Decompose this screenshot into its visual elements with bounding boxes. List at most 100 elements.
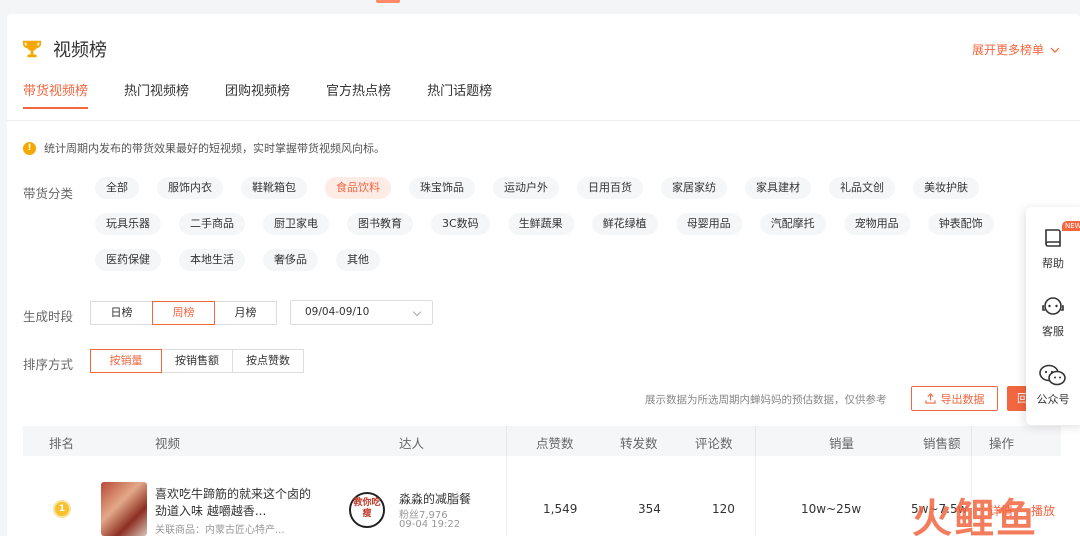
category-list: 全部 服饰内衣 鞋靴箱包 食品饮料 珠宝饰品 运动户外 日用百货 家居家纺 家具建材 礼品文创 美妆…	[95, 177, 1035, 271]
publish-time: 09-04 19:22	[399, 519, 461, 530]
period-label: 生成时段	[23, 309, 74, 324]
help-button[interactable]: 帮助	[1026, 227, 1080, 271]
sort-label: 排序方式	[23, 357, 74, 372]
period-selector: 日榜 周榜 月榜	[90, 301, 277, 325]
category-chip[interactable]: 日用百货	[577, 177, 643, 199]
category-chip[interactable]: 医药保健	[95, 249, 161, 271]
category-chip[interactable]: 玩具乐器	[95, 213, 161, 235]
customer-service-label: 客服	[1042, 325, 1064, 338]
tab-group-video[interactable]: 团购视频榜	[225, 80, 290, 109]
category-chip[interactable]: 鞋靴箱包	[241, 177, 307, 199]
official-account-button[interactable]: 公众号	[1026, 363, 1080, 407]
category-chip[interactable]: 食品饮料	[325, 177, 391, 199]
category-chip[interactable]: 礼品文创	[829, 177, 895, 199]
data-hint: 展示数据为所选周期内蝉妈妈的预估数据，仅供参考	[645, 394, 887, 406]
sort-selector: 按销量 按销售额 按点赞数	[90, 349, 304, 373]
tab-official-hot[interactable]: 官方热点榜	[326, 80, 391, 109]
header-divider	[755, 426, 756, 456]
notice-text: 统计周期内发布的带货效果最好的短视频，实时掌握带货视频风向标。	[44, 142, 385, 155]
talent-name[interactable]: 淼淼的减脂餐	[399, 490, 471, 507]
export-button[interactable]: 导出数据	[911, 386, 998, 411]
info-icon: !	[23, 141, 36, 155]
comments-value: 120	[712, 502, 735, 516]
customer-service-button[interactable]: 客服	[1026, 295, 1080, 339]
header-actions: 操作	[989, 436, 1015, 451]
chevron-down-icon	[1050, 47, 1060, 53]
header-divider	[506, 426, 507, 456]
category-chip[interactable]: 生鲜蔬果	[507, 213, 574, 235]
export-icon	[924, 393, 936, 404]
ranking-tabs: 带货视频榜 热门视频榜 团购视频榜 官方热点榜 热门话题榜	[23, 80, 528, 109]
notice-bar: ! 统计周期内发布的带货效果最好的短视频，实时掌握带货视频风向标。	[23, 140, 385, 156]
table-row: 1 喜欢吃牛蹄筋的就来这个卤的劲道入味 越嚼越香... 关联商品：内蒙古匠心特产…	[23, 456, 1061, 536]
tab-hot-video[interactable]: 热门视频榜	[124, 80, 189, 109]
category-chip[interactable]: 服饰内衣	[157, 177, 223, 199]
header-video: 视频	[155, 436, 181, 451]
chevron-down-icon	[412, 307, 422, 317]
expand-more-button[interactable]: 展开更多榜单	[972, 41, 1060, 58]
expand-more-label: 展开更多榜单	[971, 43, 1044, 57]
column-divider	[755, 456, 756, 536]
likes-value: 1,549	[543, 502, 578, 516]
category-chip[interactable]: 钟表配饰	[927, 213, 994, 235]
category-chip[interactable]: 本地生活	[179, 249, 245, 271]
category-chip[interactable]: 珠宝饰品	[409, 177, 475, 199]
category-chip[interactable]: 母婴用品	[675, 213, 742, 235]
page-title: 视频榜	[53, 40, 107, 61]
new-badge: NEW	[1062, 221, 1080, 231]
category-chip[interactable]: 鲜花绿植	[591, 213, 658, 235]
header-sales: 销量	[829, 436, 855, 451]
category-label: 带货分类	[23, 186, 74, 201]
category-chip[interactable]: 家具建材	[745, 177, 811, 199]
category-chip[interactable]: 运动户外	[493, 177, 559, 199]
export-label: 导出数据	[940, 392, 985, 406]
header-divider	[971, 426, 972, 456]
category-chip[interactable]: 全部	[95, 177, 139, 199]
sort-by-likes-button[interactable]: 按点赞数	[232, 349, 304, 373]
category-chip[interactable]: 奢侈品	[263, 249, 318, 271]
header-comments: 评论数	[695, 436, 733, 451]
wechat-icon	[1039, 364, 1066, 386]
category-chip[interactable]: 美妆护肤	[913, 177, 979, 199]
category-chip[interactable]: 二手商品	[179, 213, 245, 235]
floating-sidebar: 帮助 NEW 客服 公众号	[1026, 207, 1080, 425]
tab-hot-topic[interactable]: 热门话题榜	[427, 80, 492, 109]
period-monthly-button[interactable]: 月榜	[214, 301, 277, 325]
category-chip[interactable]: 厨卫家电	[263, 213, 329, 235]
category-chip[interactable]: 汽配摩托	[759, 213, 826, 235]
sales-value: 10w~25w	[801, 502, 862, 516]
help-label: 帮助	[1042, 257, 1064, 270]
category-chip[interactable]: 家居家纺	[661, 177, 727, 199]
rank-badge: 1	[53, 500, 71, 518]
category-chip[interactable]: 宠物用品	[843, 213, 910, 235]
sort-by-sales-button[interactable]: 按销量	[90, 349, 162, 373]
header-revenue: 销售额	[923, 436, 961, 451]
table-header: 排名 视频 达人 点赞数 转发数 评论数 销量 销售额 操作	[23, 426, 1061, 456]
related-product: 关联商品：内蒙古匠心特产...	[155, 525, 285, 536]
page-header: 视频榜	[21, 36, 107, 62]
header-shares: 转发数	[620, 436, 658, 451]
period-weekly-button[interactable]: 周榜	[152, 301, 215, 325]
tab-goods-video[interactable]: 带货视频榜	[23, 80, 89, 109]
site-watermark: 火鲤鱼	[912, 496, 1038, 536]
top-indicator	[376, 0, 400, 3]
video-title[interactable]: 喜欢吃牛蹄筋的就来这个卤的劲道入味 越嚼越香...	[155, 486, 315, 520]
column-divider	[506, 456, 507, 536]
tabs-divider	[7, 120, 1080, 121]
period-daily-button[interactable]: 日榜	[90, 301, 153, 325]
official-account-label: 公众号	[1036, 393, 1070, 406]
headset-icon	[1042, 297, 1064, 315]
header-likes: 点赞数	[536, 436, 574, 451]
video-thumbnail[interactable]	[101, 482, 147, 536]
category-chip[interactable]: 其他	[336, 249, 380, 271]
shares-value: 354	[638, 502, 661, 516]
trophy-icon	[22, 40, 42, 58]
talent-avatar[interactable]: 教你吃瘦	[349, 492, 385, 528]
sort-by-revenue-button[interactable]: 按销售额	[161, 349, 233, 373]
date-range-select[interactable]: 09/04-09/10	[290, 300, 433, 325]
ranking-card: 视频榜 展开更多榜单 带货视频榜 热门视频榜 团购视频榜 官方热点榜 热门话题榜…	[7, 14, 1080, 536]
header-rank: 排名	[49, 436, 75, 451]
header-talent: 达人	[399, 436, 425, 451]
category-chip[interactable]: 3C数码	[431, 213, 490, 235]
category-chip[interactable]: 图书教育	[347, 213, 413, 235]
